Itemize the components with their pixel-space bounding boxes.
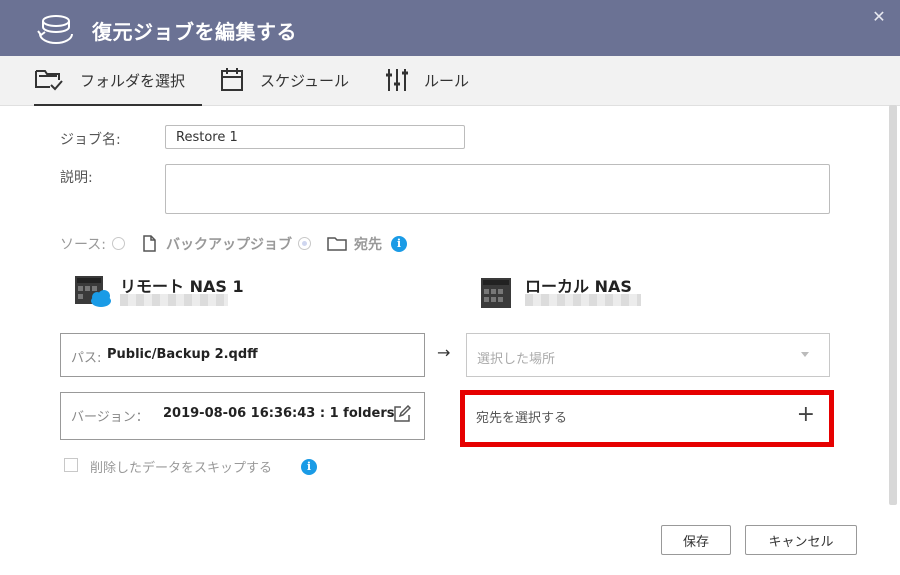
title-bar: 復元ジョブを編集する ✕ [0,0,900,56]
destination-location-select[interactable]: 選択した場所 [466,333,830,377]
local-nas-address-blurred [525,294,641,306]
chevron-down-icon [801,352,809,357]
edit-icon[interactable] [393,405,411,423]
path-label: パス: [71,351,102,366]
path-value: Public/Backup 2.qdff [107,347,258,362]
folder-icon [327,237,347,251]
source-path-box: パス: Public/Backup 2.qdff [60,333,425,377]
tab-label: スケジュール [260,71,349,90]
job-name-input[interactable] [165,125,465,149]
close-button[interactable]: ✕ [870,8,888,26]
local-nas-icon [481,278,511,308]
sliders-icon [386,69,408,91]
source-label: ソース: [60,237,107,253]
source-option-destination: 宛先 [354,237,382,253]
calendar-icon [221,68,243,91]
info-icon[interactable]: i [391,236,407,252]
location-placeholder: 選択した場所 [477,352,556,367]
tab-schedule[interactable]: スケジュール [220,56,349,104]
tab-label: フォルダを選択 [80,71,186,90]
file-icon [143,235,156,252]
info-icon[interactable]: i [301,459,317,475]
dialog-title: 復元ジョブを編集する [92,20,297,44]
version-label: バージョン： [71,410,149,425]
select-destination-label: 宛先を選択する [476,411,568,426]
remote-nas-address-blurred [120,294,228,306]
skip-deleted-checkbox[interactable] [64,458,78,472]
skip-deleted-label: 削除したデータをスキップする [90,461,273,476]
tab-bar: フォルダを選択 スケジュール ルール [0,56,900,106]
description-label: 説明: [60,170,93,186]
tab-rule[interactable]: ルール [386,56,469,104]
job-name-label: ジョブ名: [60,132,121,148]
folder-check-icon [35,70,63,91]
scrollbar[interactable] [889,105,897,505]
restore-disk-icon [37,15,73,44]
select-destination-button[interactable]: 宛先を選択する + [460,390,834,447]
source-radio-backup-job[interactable] [112,237,125,250]
save-button[interactable]: 保存 [661,525,731,555]
arrow-icon: → [437,343,451,362]
source-radio-destination[interactable] [298,237,311,250]
version-box: バージョン： 2019-08-06 16:36:43 : 1 folders [60,392,425,440]
description-input[interactable] [165,164,830,214]
source-option-backup-job: バックアップジョブ [166,237,292,253]
tab-label: ルール [424,71,470,90]
cancel-button[interactable]: キャンセル [745,525,857,555]
tab-select-folder[interactable]: フォルダを選択 [34,56,202,106]
version-value: 2019-08-06 16:36:43 : 1 folders [163,406,395,421]
plus-icon: + [796,402,815,427]
remote-nas-icon [75,276,111,307]
